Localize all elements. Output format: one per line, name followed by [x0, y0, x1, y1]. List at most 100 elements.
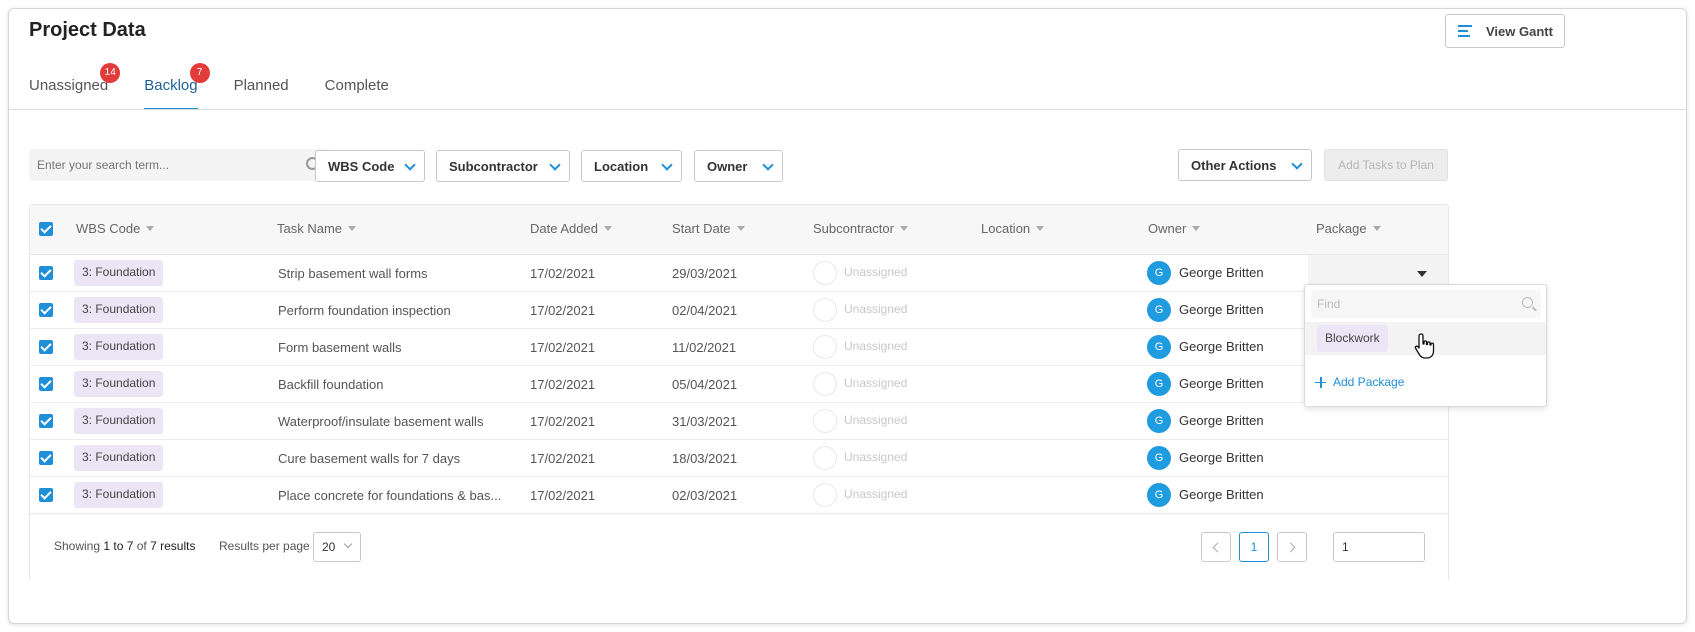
owner-name[interactable]: George Britten: [1179, 440, 1264, 475]
col-owner[interactable]: Owner: [1148, 221, 1201, 236]
subcontractor-name[interactable]: Unassigned: [844, 255, 907, 290]
sort-icon: [1036, 226, 1045, 231]
subcontractor-name[interactable]: Unassigned: [844, 403, 907, 438]
subcontractor-avatar: [813, 409, 837, 433]
tab-backlog[interactable]: Backlog 7: [144, 63, 210, 119]
subcontractor-filter[interactable]: Subcontractor: [436, 150, 570, 182]
row-checkbox[interactable]: [39, 340, 53, 354]
page-button-current[interactable]: 1: [1239, 532, 1269, 562]
table-row[interactable]: 3: Foundation Cure basement walls for 7 …: [30, 440, 1448, 477]
avatar: G: [1147, 372, 1171, 396]
col-location[interactable]: Location: [981, 221, 1045, 236]
goto-page-input[interactable]: 1: [1333, 532, 1425, 562]
subcontractor-name[interactable]: Unassigned: [844, 329, 907, 364]
table-row[interactable]: 3: Foundation Perform foundation inspect…: [30, 292, 1448, 329]
results-per-page-select[interactable]: 20: [313, 532, 361, 562]
owner-filter[interactable]: Owner: [694, 150, 783, 182]
column-label: Start Date: [672, 221, 731, 236]
col-task-name[interactable]: Task Name: [277, 221, 357, 236]
search-input[interactable]: [37, 158, 287, 172]
results-summary: Showing 1 to 7 of 7 results: [54, 539, 195, 553]
sort-icon: [899, 226, 908, 231]
row-checkbox[interactable]: [39, 266, 53, 280]
other-actions-dropdown[interactable]: Other Actions: [1178, 149, 1312, 181]
col-date-added[interactable]: Date Added: [530, 221, 612, 236]
date-added: 17/02/2021: [530, 303, 596, 318]
tab-unassigned[interactable]: Unassigned 14: [29, 63, 121, 119]
owner-name[interactable]: George Britten: [1179, 292, 1264, 327]
date-added: 17/02/2021: [530, 377, 596, 392]
table-row[interactable]: 3: Foundation Waterproof/insulate baseme…: [30, 403, 1448, 440]
sort-icon: [146, 226, 155, 231]
row-checkbox[interactable]: [39, 488, 53, 502]
owner-name[interactable]: George Britten: [1179, 329, 1264, 364]
wbs-code-filter[interactable]: WBS Code: [315, 150, 425, 182]
wbs-tag: 3: Foundation: [74, 260, 164, 286]
subcontractor-name[interactable]: Unassigned: [844, 477, 907, 512]
task-name: Place concrete for foundations & bas...: [278, 488, 502, 503]
start-date: 02/03/2021: [672, 488, 738, 503]
row-checkbox[interactable]: [39, 377, 53, 391]
next-page-button[interactable]: [1277, 532, 1307, 562]
row-checkbox[interactable]: [39, 451, 53, 465]
column-label: Task Name: [277, 221, 343, 236]
owner-name[interactable]: George Britten: [1179, 477, 1264, 512]
task-name: Form basement walls: [278, 340, 402, 355]
column-label: WBS Code: [76, 221, 141, 236]
table-row[interactable]: 3: Foundation Strip basement wall forms …: [30, 255, 1448, 292]
subcontractor-name[interactable]: Unassigned: [844, 292, 907, 327]
filter-label: Subcontractor: [449, 158, 538, 174]
owner-name[interactable]: George Britten: [1179, 403, 1264, 438]
tab-label: Planned: [233, 77, 289, 94]
subcontractor-name[interactable]: Unassigned: [844, 440, 907, 475]
col-package[interactable]: Package: [1316, 221, 1381, 236]
col-wbs-code[interactable]: WBS Code: [76, 221, 155, 236]
column-label: Owner: [1148, 221, 1187, 236]
avatar: G: [1147, 483, 1171, 507]
task-name: Waterproof/insulate basement walls: [278, 414, 484, 429]
prev-page-button[interactable]: [1201, 532, 1231, 562]
chevron-left-icon: [1212, 542, 1223, 553]
subcontractor-avatar: [813, 483, 837, 507]
avatar: G: [1147, 446, 1171, 470]
select-all-checkbox[interactable]: [39, 222, 53, 236]
tab-complete[interactable]: Complete: [325, 73, 389, 119]
filter-label: Owner: [707, 158, 748, 174]
sort-icon: [736, 226, 745, 231]
owner-name[interactable]: George Britten: [1179, 255, 1264, 290]
subcontractor-name[interactable]: Unassigned: [844, 366, 907, 401]
table-row[interactable]: 3: Foundation Form basement walls 17/02/…: [30, 329, 1448, 366]
summary-of: of: [136, 539, 147, 553]
col-start-date[interactable]: Start Date: [672, 221, 745, 236]
tab-planned[interactable]: Planned: [234, 73, 289, 119]
subcontractor-avatar: [813, 372, 837, 396]
sort-icon: [603, 226, 612, 231]
package-find-input[interactable]: Find: [1311, 290, 1541, 318]
column-label: Subcontractor: [813, 221, 894, 236]
location-filter[interactable]: Location: [581, 150, 682, 182]
chevron-down-icon: [549, 159, 561, 171]
other-actions-label: Other Actions: [1191, 157, 1277, 173]
owner-name[interactable]: George Britten: [1179, 366, 1264, 401]
table-row[interactable]: 3: Foundation Backfill foundation 17/02/…: [30, 366, 1448, 403]
subcontractor-avatar: [813, 335, 837, 359]
plus-icon: [1315, 376, 1326, 388]
view-gantt-button[interactable]: View Gantt: [1445, 14, 1565, 48]
sort-icon: [1372, 226, 1381, 231]
add-tasks-to-plan-button[interactable]: Add Tasks to Plan: [1324, 149, 1448, 181]
count-badge: 7: [189, 63, 210, 83]
avatar: G: [1147, 261, 1171, 285]
wbs-tag: 3: Foundation: [74, 334, 164, 360]
wbs-tag: 3: Foundation: [74, 297, 164, 323]
table-row[interactable]: 3: Foundation Place concrete for foundat…: [30, 477, 1448, 514]
row-checkbox[interactable]: [39, 414, 53, 428]
task-name: Perform foundation inspection: [278, 303, 451, 318]
caret-down-icon[interactable]: [1417, 271, 1427, 277]
start-date: 29/03/2021: [672, 266, 738, 281]
add-package-button[interactable]: Add Package: [1315, 375, 1404, 389]
col-subcontractor[interactable]: Subcontractor: [813, 221, 908, 236]
column-label: Location: [981, 221, 1031, 236]
avatar: G: [1147, 298, 1171, 322]
row-checkbox[interactable]: [39, 303, 53, 317]
tabs-divider: [9, 109, 1686, 110]
